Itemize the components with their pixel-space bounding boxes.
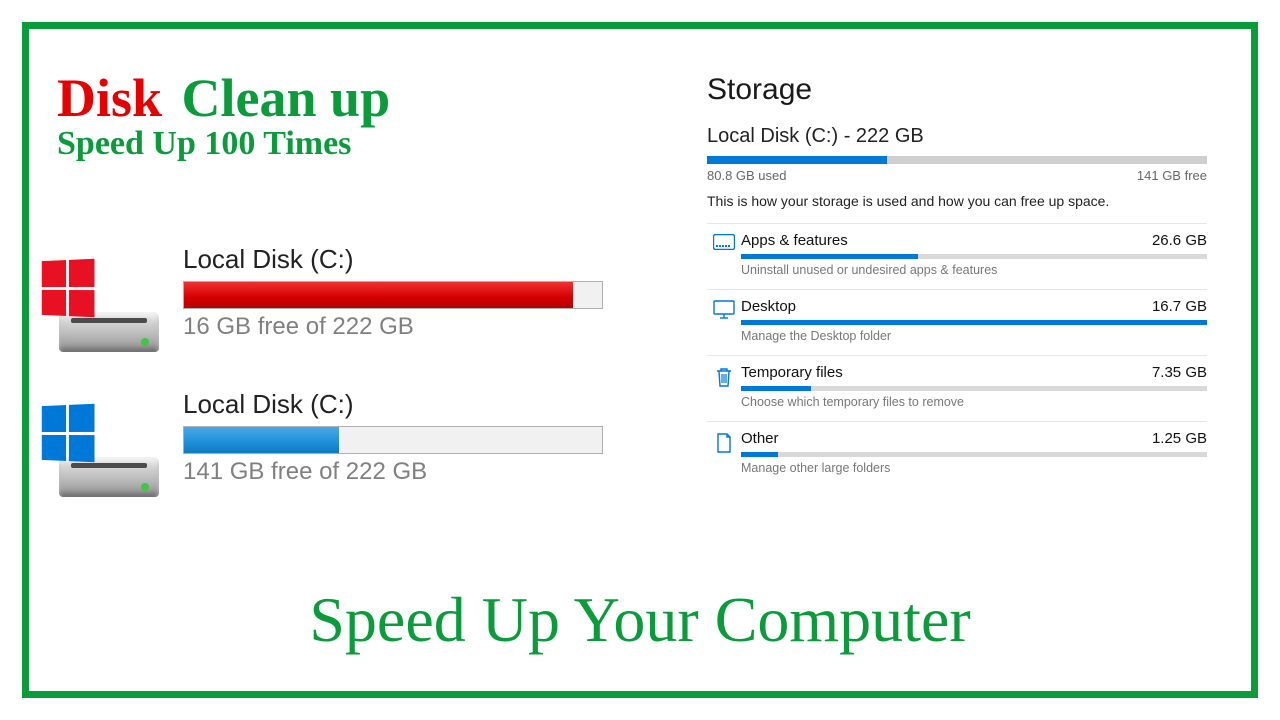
category-name: Desktop [741,298,796,315]
category-bar-fill [741,386,811,391]
desktop-icon [707,298,741,320]
category-size: 7.35 GB [1152,364,1207,381]
category-bar-fill [741,320,1207,325]
trash-icon [707,364,741,388]
title-word-disk: Disk [57,68,162,128]
drive-name: Local Disk (C:) [183,244,633,275]
storage-used-label: 80.8 GB used [707,168,787,183]
drive-usage-bar [183,426,603,454]
storage-total-fill [707,156,887,164]
title-block: Disk Clean up Speed Up 100 Times [57,67,390,163]
category-name: Apps & features [741,232,848,249]
drive-free-text: 141 GB free of 222 GB [183,458,633,486]
storage-category-apps[interactable]: Apps & features 26.6 GB Uninstall unused o… [707,223,1207,289]
outer-frame: Disk Clean up Speed Up 100 Times Local D… [22,22,1258,698]
category-size: 1.25 GB [1152,430,1207,447]
category-name: Other [741,430,779,447]
category-size: 16.7 GB [1152,298,1207,315]
category-size: 26.6 GB [1152,232,1207,249]
windows-logo-icon [42,404,95,463]
storage-total-bar [707,156,1207,164]
storage-disk-label: Local Disk (C:) - 222 GB [707,125,1207,148]
category-bar [741,320,1207,325]
storage-category-trash[interactable]: Temporary files 7.35 GB Choose which tempo… [707,355,1207,421]
category-bar-fill [741,452,778,457]
drive-usage-fill [184,282,573,308]
drive-free-text: 16 GB free of 222 GB [183,313,633,341]
storage-description: This is how your storage is used and how… [707,193,1207,209]
category-name: Temporary files [741,364,843,381]
category-bar [741,452,1207,457]
drive-name: Local Disk (C:) [183,389,633,420]
bottom-title: Speed Up Your Computer [29,583,1251,657]
drive-icon [59,270,159,352]
category-description: Uninstall unused or undesired apps & fea… [741,263,1207,277]
storage-heading: Storage [707,73,1207,107]
storage-category-other[interactable]: Other 1.25 GB Manage other large folders [707,421,1207,487]
category-description: Manage other large folders [741,461,1207,475]
apps-icon [707,232,741,250]
category-description: Manage the Desktop folder [741,329,1207,343]
category-bar [741,386,1207,391]
drive-usage-fill [184,427,339,453]
drive-usage-bar [183,281,603,309]
windows-logo-icon [42,259,95,318]
storage-free-label: 141 GB free [1137,168,1207,183]
storage-panel: Storage Local Disk (C:) - 222 GB 80.8 GB… [707,73,1207,487]
category-bar-fill [741,254,918,259]
subtitle: Speed Up 100 Times [57,125,390,163]
storage-category-desktop[interactable]: Desktop 16.7 GB Manage the Desktop folder [707,289,1207,355]
title-word-cleanup: Clean up [182,68,391,128]
other-icon [707,430,741,454]
drive-icon [59,415,159,497]
category-description: Choose which temporary files to remove [741,395,1207,409]
category-bar [741,254,1207,259]
